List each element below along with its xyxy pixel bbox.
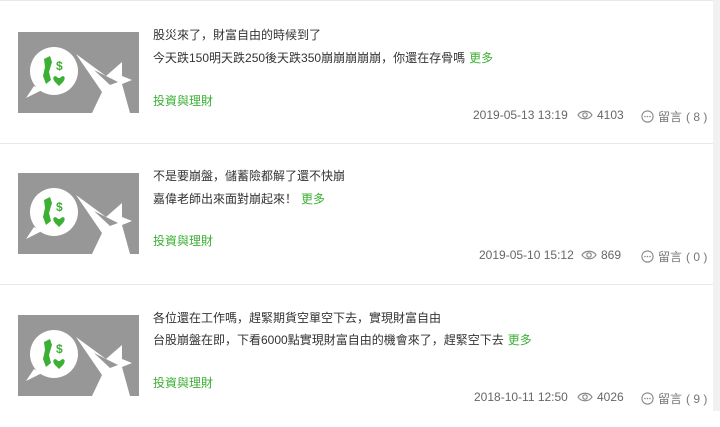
speech-bubble-taiwan-money-icon: $ [18, 315, 139, 396]
svg-text:$: $ [56, 59, 63, 73]
post-item: $ 各位還在工作嗎，趕緊期貨空單空下去，實現財富自由 台股崩盤在即，下看6000… [0, 285, 713, 427]
category-link[interactable]: 投資與理財 [153, 92, 213, 109]
category-link[interactable]: 投資與理財 [153, 232, 213, 249]
category-link[interactable]: 投資與理財 [153, 374, 213, 391]
comments-link[interactable]: 留言 ( 9 ) [641, 390, 707, 407]
more-link[interactable]: 更多 [469, 51, 493, 65]
svg-text:$: $ [56, 200, 63, 214]
svg-text:$: $ [56, 342, 63, 356]
comments-count: ( 8 ) [686, 109, 708, 124]
post-item: $ 不是要崩盤，儲蓄險都解了還不快崩 嘉偉老師出來面對崩起來！ 更多 投資與理財 … [0, 144, 713, 286]
post-excerpt: 嘉偉老師出來面對崩起來！ 更多 [153, 190, 325, 207]
view-count: 4026 [577, 390, 624, 404]
comments-count: ( 0 ) [686, 249, 708, 264]
post-excerpt-text: 嘉偉老師出來面對崩起來！ [153, 192, 298, 206]
comments-label: 留言 [658, 392, 683, 406]
comments-link[interactable]: 留言 ( 8 ) [641, 108, 707, 125]
post-title[interactable]: 股災來了，財富自由的時候到了 [153, 26, 321, 43]
comments-label: 留言 [658, 110, 683, 124]
view-count-value: 869 [601, 248, 622, 262]
eye-icon [581, 250, 597, 260]
speech-bubble-taiwan-money-icon: $ [18, 173, 139, 254]
speech-dots-icon [641, 392, 654, 405]
comments-label: 留言 [658, 250, 683, 264]
eye-icon [577, 392, 593, 402]
comments-link[interactable]: 留言 ( 0 ) [641, 248, 707, 265]
view-count: 869 [581, 248, 621, 262]
view-count: 4103 [577, 108, 624, 122]
post-date: 2019-05-13 13:19 [473, 108, 568, 122]
more-link[interactable]: 更多 [508, 333, 532, 347]
post-title[interactable]: 各位還在工作嗎，趕緊期貨空單空下去，實現財富自由 [153, 309, 441, 326]
post-date: 2018-10-11 12:50 [474, 390, 568, 404]
post-item: $ 股災來了，財富自由的時候到了 今天跌150明天跌250後天跌350崩崩崩崩崩… [0, 1, 713, 143]
post-excerpt-text: 今天跌150明天跌250後天跌350崩崩崩崩崩，你還在存骨嗎 [153, 51, 466, 65]
post-thumbnail[interactable]: $ [18, 315, 139, 396]
post-thumbnail[interactable]: $ [18, 173, 139, 254]
post-thumbnail[interactable]: $ [18, 32, 139, 113]
view-count-value: 4103 [597, 108, 624, 122]
speech-dots-icon [641, 250, 654, 263]
speech-dots-icon [641, 110, 654, 123]
post-excerpt-text: 台股崩盤在即，下看6000點實現財富自由的機會來了，趕緊空下去 [153, 333, 504, 347]
scrollbar-track[interactable] [713, 0, 720, 411]
post-date: 2019-05-10 15:12 [479, 248, 574, 262]
more-link[interactable]: 更多 [301, 192, 325, 206]
post-title[interactable]: 不是要崩盤，儲蓄險都解了還不快崩 [153, 167, 345, 184]
view-count-value: 4026 [597, 390, 624, 404]
eye-icon [577, 110, 593, 120]
speech-bubble-taiwan-money-icon: $ [18, 32, 139, 113]
post-excerpt: 台股崩盤在即，下看6000點實現財富自由的機會來了，趕緊空下去 更多 [153, 331, 532, 348]
post-excerpt: 今天跌150明天跌250後天跌350崩崩崩崩崩，你還在存骨嗎 更多 [153, 49, 493, 66]
comments-count: ( 9 ) [686, 391, 708, 406]
